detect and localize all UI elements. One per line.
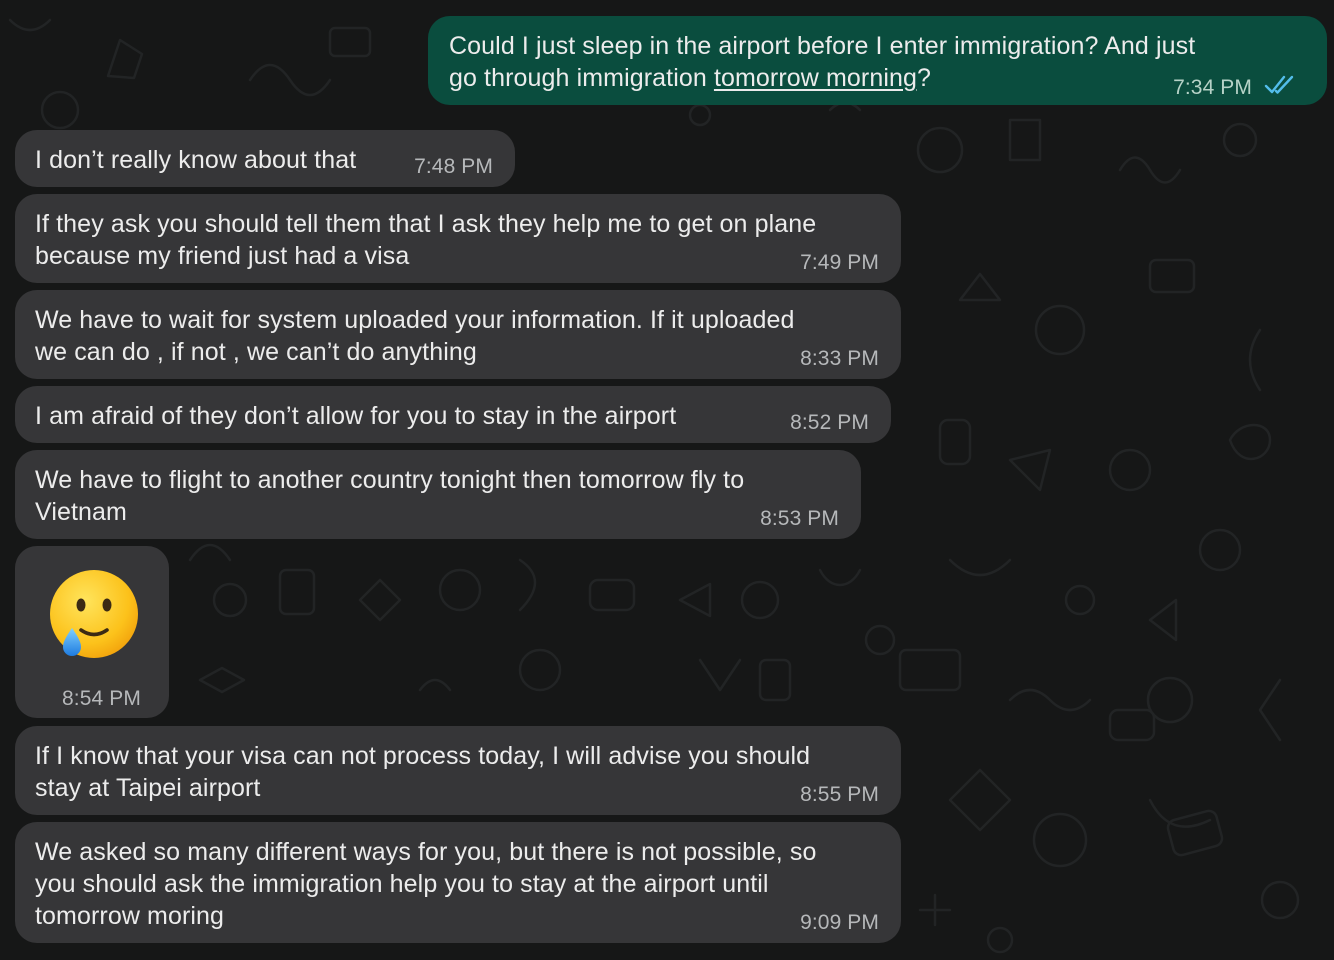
message-text-line: stay at Taipei airport — [35, 774, 261, 802]
incoming-message[interactable]: We have to wait for system uploaded your… — [15, 290, 901, 379]
message-text-line: We asked so many different ways for you,… — [35, 838, 817, 866]
message-timestamp: 8:55 PM — [800, 783, 879, 806]
incoming-emoji-message[interactable]: 8:54 PM — [15, 546, 169, 718]
message-text-line: I am afraid of they don’t allow for you … — [35, 402, 677, 430]
date-link[interactable]: tomorrow morning — [714, 64, 917, 92]
message-timestamp: 8:53 PM — [760, 507, 839, 530]
message-text-line: tomorrow moring — [35, 902, 225, 930]
incoming-message[interactable]: I don’t really know about that 7:48 PM — [15, 130, 515, 187]
message-timestamp: 9:09 PM — [800, 911, 879, 934]
incoming-message[interactable]: We asked so many different ways for you,… — [15, 822, 901, 943]
double-check-read-icon — [1264, 75, 1294, 94]
incoming-message[interactable]: If I know that your visa can not process… — [15, 726, 901, 815]
message-text-line: we can do , if not , we can’t do anythin… — [35, 338, 477, 366]
message-text-fragment: go through immigration — [449, 64, 714, 92]
incoming-message[interactable]: I am afraid of they don’t allow for you … — [15, 386, 891, 443]
message-timestamp: 8:52 PM — [790, 411, 869, 434]
incoming-message[interactable]: If they ask you should tell them that I … — [15, 194, 901, 283]
message-timestamp: 8:54 PM — [62, 687, 141, 710]
outgoing-message[interactable]: Could I just sleep in the airport before… — [428, 16, 1327, 105]
message-text-line: We have to wait for system uploaded your… — [35, 306, 795, 334]
message-text-line: Could I just sleep in the airport before… — [449, 32, 1196, 60]
message-timestamp: 7:49 PM — [800, 251, 879, 274]
message-text-line: Vietnam — [35, 498, 127, 526]
message-timestamp: 8:33 PM — [800, 347, 879, 370]
message-text-line: If I know that your visa can not process… — [35, 742, 811, 770]
smiling-face-with-tear-icon — [50, 570, 138, 658]
chat-message-list[interactable]: Could I just sleep in the airport before… — [0, 0, 1334, 960]
message-text-line: you should ask the immigration help you … — [35, 870, 769, 898]
message-text-line: because my friend just had a visa — [35, 242, 410, 270]
message-text-fragment: ? — [917, 64, 932, 92]
message-text-line: We have to flight to another country ton… — [35, 466, 745, 494]
incoming-message[interactable]: We have to flight to another country ton… — [15, 450, 861, 539]
message-timestamp: 7:34 PM — [1173, 76, 1252, 99]
message-timestamp: 7:48 PM — [414, 155, 493, 178]
message-text-line: If they ask you should tell them that I … — [35, 210, 817, 238]
